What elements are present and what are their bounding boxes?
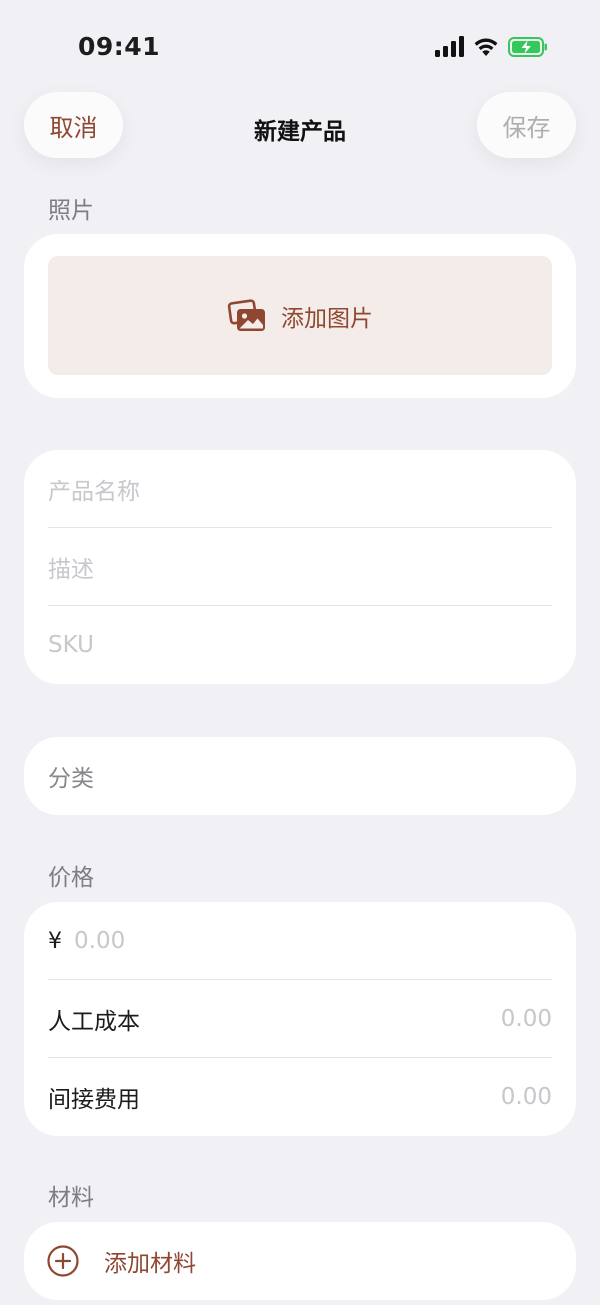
currency-symbol: ¥ — [48, 928, 62, 954]
labor-cost-value: 0.00 — [500, 1006, 552, 1032]
status-bar: 09:41 — [0, 0, 600, 96]
status-time: 09:41 — [78, 32, 161, 61]
description-field[interactable]: 描述 — [48, 528, 552, 606]
price-section-label: 价格 — [48, 865, 94, 891]
product-name-placeholder: 产品名称 — [48, 479, 140, 505]
sku-field[interactable]: SKU — [48, 606, 552, 684]
price-placeholder: 0.00 — [74, 928, 126, 954]
price-field[interactable]: ¥ 0.00 — [48, 902, 552, 980]
add-material-row: 添加材料 — [47, 1222, 552, 1300]
product-name-field[interactable]: 产品名称 — [48, 450, 552, 528]
nav-bar: 取消 新建产品 保存 — [0, 92, 600, 162]
add-material-button[interactable]: 添加材料 — [24, 1222, 576, 1300]
photos-section-label: 照片 — [48, 198, 94, 224]
add-image-label: 添加图片 — [281, 305, 373, 332]
sku-placeholder: SKU — [48, 632, 94, 658]
overhead-label: 间接费用 — [48, 1087, 140, 1113]
category-row: 分类 — [48, 737, 552, 815]
photos-card: 添加图片 — [24, 234, 576, 398]
add-image-button[interactable]: 添加图片 — [48, 256, 552, 375]
description-placeholder: 描述 — [48, 557, 94, 583]
photo-stack-icon — [227, 298, 265, 331]
overhead-value: 0.00 — [500, 1084, 552, 1110]
product-info-card: 产品名称 描述 SKU — [24, 450, 576, 684]
status-icons — [434, 36, 548, 58]
plus-circle-icon — [47, 1245, 79, 1277]
price-card: ¥ 0.00 人工成本 0.00 间接费用 0.00 — [24, 902, 576, 1136]
category-label: 分类 — [48, 766, 94, 792]
labor-cost-row[interactable]: 人工成本 0.00 — [48, 980, 552, 1058]
save-button[interactable]: 保存 — [477, 92, 576, 158]
materials-section-label: 材料 — [48, 1185, 94, 1211]
wifi-icon — [474, 38, 498, 56]
category-selector[interactable]: 分类 — [24, 737, 576, 815]
battery-charging-icon — [508, 37, 547, 57]
overhead-row[interactable]: 间接费用 0.00 — [48, 1058, 552, 1136]
add-material-label: 添加材料 — [104, 1251, 196, 1277]
cellular-signal-icon — [435, 36, 464, 57]
labor-cost-label: 人工成本 — [48, 1009, 140, 1035]
